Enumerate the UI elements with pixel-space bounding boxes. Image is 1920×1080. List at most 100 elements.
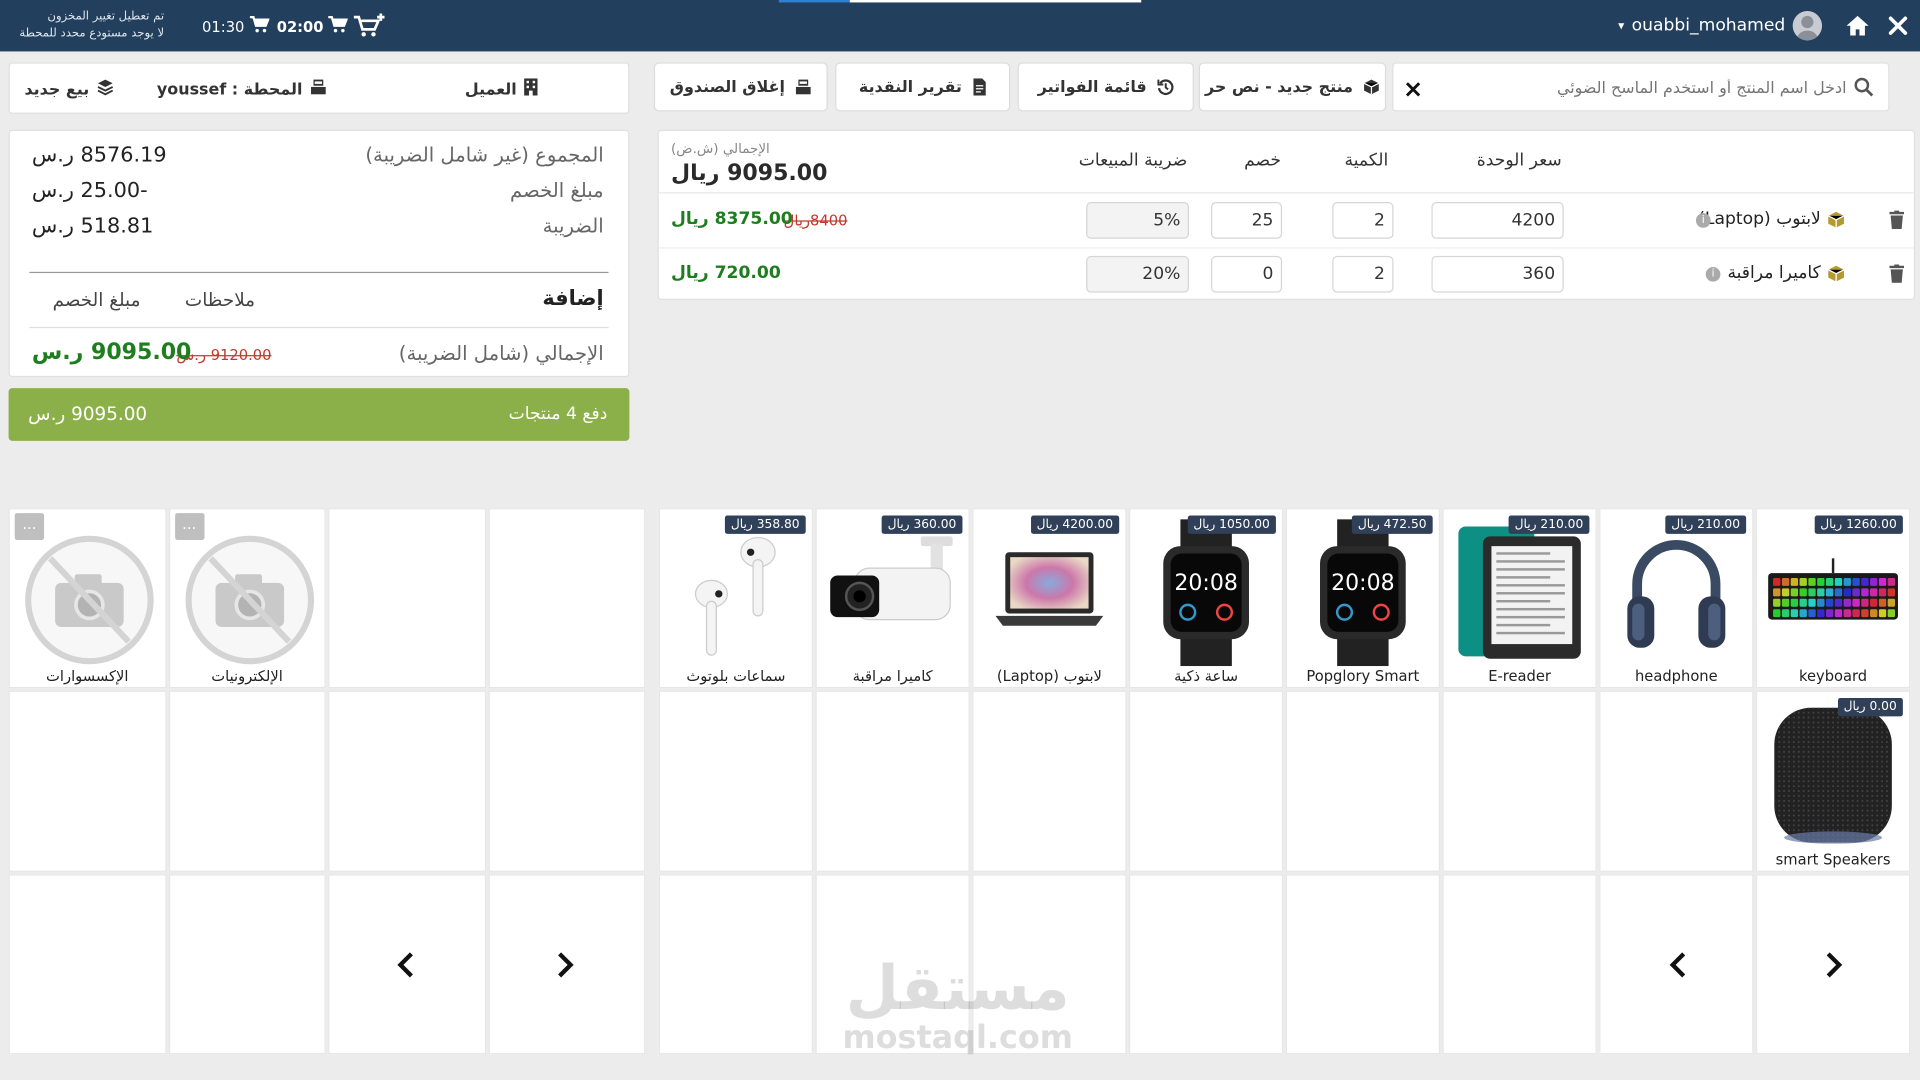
chevron-right-icon xyxy=(555,951,575,983)
tax-value: 518.81 ر.س xyxy=(31,214,154,239)
clear-search-icon[interactable] xyxy=(1405,78,1421,101)
more-options-button[interactable]: ... xyxy=(174,513,204,541)
watermark: مستقل mostaql.com xyxy=(842,955,1072,1055)
customer-selector[interactable]: العميل xyxy=(465,78,538,100)
quantity-input[interactable]: 2 xyxy=(1332,202,1394,239)
info-icon[interactable]: i xyxy=(1695,213,1711,228)
report-icon xyxy=(972,78,987,96)
more-options-button[interactable]: ... xyxy=(14,513,45,541)
discount-input[interactable]: 0 xyxy=(1211,255,1283,293)
smartwatch-image: 20:08 xyxy=(1287,519,1439,667)
price-badge: 472.50 ريال xyxy=(1351,515,1433,534)
prev-page-button[interactable] xyxy=(328,873,486,1055)
trash-icon[interactable] xyxy=(1889,263,1905,287)
product-label: كاميرا مراقبة xyxy=(852,667,933,685)
empty-tile xyxy=(972,690,1127,872)
quantity-input[interactable]: 2 xyxy=(1332,255,1394,293)
home-icon[interactable] xyxy=(1844,13,1871,37)
price-badge: 0.00 ريال xyxy=(1837,698,1903,717)
search-input[interactable] xyxy=(1442,73,1847,103)
product-tile[interactable]: 210.00 ريال E-reader xyxy=(1442,508,1597,689)
price-badge: 358.80 ريال xyxy=(724,515,806,534)
cart-icon xyxy=(249,16,270,37)
product-label: ساعة ذكية xyxy=(1174,667,1239,685)
laptop-image xyxy=(973,519,1125,666)
camera-image xyxy=(817,519,969,666)
product-tile[interactable]: 0.00 ريال smart Speakers xyxy=(1755,690,1911,872)
prev-page-button[interactable] xyxy=(1599,873,1754,1055)
subtotal-value: 8576.19 ر.س xyxy=(31,143,167,168)
product-label: keyboard xyxy=(1798,667,1868,685)
next-page-button[interactable] xyxy=(487,873,646,1055)
tax-label: الضريبة xyxy=(542,214,604,238)
no-image-icon xyxy=(23,534,155,671)
pay-amount: 9095.00 ر.س xyxy=(28,402,148,425)
new-sale-button[interactable]: بيع جديد xyxy=(24,78,113,100)
empty-tile xyxy=(1285,690,1441,872)
no-image-icon xyxy=(183,534,315,671)
product-tile[interactable]: 358.80 ريال سماعات بلوتوث xyxy=(658,508,814,689)
search-bar[interactable] xyxy=(1392,62,1890,112)
chevron-down-icon: ▾ xyxy=(1618,18,1625,33)
empty-tile xyxy=(1128,690,1284,872)
empty-tile xyxy=(1285,873,1441,1055)
new-product-button[interactable]: منتج جديد - نص حر xyxy=(1198,62,1387,112)
add-to-cart-icon[interactable] xyxy=(353,13,385,37)
invoice-list-button[interactable]: قائمة الفواتير xyxy=(1017,62,1194,112)
empty-tile xyxy=(1128,873,1284,1055)
tab-indicator xyxy=(849,0,1142,3)
row-total: 8375.00 ريال xyxy=(671,209,793,229)
header-total-label: الإجمالي (ش.ض) xyxy=(671,140,770,157)
add-extra-button[interactable]: إضافة xyxy=(542,287,603,311)
product-tile[interactable]: 1260.00 ريال keyboard xyxy=(1755,508,1911,689)
header-quantity: الكمية xyxy=(1344,150,1389,171)
grand-total-value: 9095.00 ر.س xyxy=(31,339,192,365)
user-menu[interactable]: ▾ ouabbi_mohamed xyxy=(1618,10,1823,42)
pay-button[interactable]: دفع 4 منتجات 9095.00 ر.س xyxy=(8,388,630,441)
cash-register-icon xyxy=(795,78,812,95)
product-tile[interactable]: 4200.00 ريال لابتوب (Laptop) xyxy=(972,508,1127,689)
empty-tile xyxy=(1442,873,1597,1055)
speaker-image xyxy=(1757,702,1909,849)
timer-02: 02:00 xyxy=(277,16,349,37)
info-icon[interactable]: i xyxy=(1705,266,1721,282)
session-bar: العميل المحطة : youssef بيع جديد xyxy=(8,62,630,114)
category-tile[interactable]: ... الإلكترونيات xyxy=(168,508,326,689)
cube-icon xyxy=(1827,264,1845,287)
ereader-image xyxy=(1444,519,1596,666)
category-tile[interactable]: ... الإكسسوارات xyxy=(8,508,166,689)
discount-amount-button[interactable]: مبلغ الخصم xyxy=(53,289,141,311)
unit-price-input[interactable]: 4200 xyxy=(1431,202,1564,239)
building-icon xyxy=(524,78,538,100)
header-discount: خصم xyxy=(1244,150,1281,171)
empty-tile xyxy=(168,690,326,872)
product-tile[interactable]: 20:08 1050.00 ريال ساعة ذكية xyxy=(1128,508,1284,689)
top-navigation-bar: ▾ ouabbi_mohamed 02:00 01:30 تم تعطيل تغ… xyxy=(0,0,1920,52)
trash-icon[interactable] xyxy=(1889,209,1905,234)
watermark-logo: مستقل xyxy=(845,952,1070,1024)
next-page-button[interactable] xyxy=(1755,873,1911,1055)
header-total-value: 9095.00 ريال xyxy=(671,160,828,187)
discount-input[interactable]: 25 xyxy=(1211,202,1283,239)
watermark-url: mostaql.com xyxy=(842,1020,1073,1057)
table-row: كاميرا مراقبة i 360 2 0 20% 720.00 ريال xyxy=(659,247,1914,301)
price-badge: 1050.00 ريال xyxy=(1187,515,1276,534)
close-icon[interactable] xyxy=(1886,13,1910,37)
product-tile[interactable]: 360.00 ريال كاميرا مراقبة xyxy=(815,508,970,689)
divider xyxy=(29,271,609,274)
product-label: لابتوب (Laptop) xyxy=(996,667,1102,685)
empty-tile xyxy=(487,690,646,872)
cube-icon xyxy=(1363,78,1380,95)
unit-price-input[interactable]: 360 xyxy=(1431,255,1564,293)
product-tile[interactable]: 210.00 ريال headphone xyxy=(1599,508,1754,689)
category-grid: ... الإكسسوارات... الإلكترونيات xyxy=(8,508,648,1057)
search-icon xyxy=(1854,77,1874,101)
close-register-button[interactable]: إغلاق الصندوق xyxy=(653,62,828,112)
cash-report-button[interactable]: تقرير النقدية xyxy=(835,62,1011,112)
cash-register-icon xyxy=(310,78,327,100)
notes-button[interactable]: ملاحظات xyxy=(185,289,255,311)
subtotal-label: المجموع (غير شامل الضريبة) xyxy=(365,143,604,167)
product-label: Popglory Smart xyxy=(1306,667,1420,685)
layers-icon xyxy=(97,78,114,100)
product-tile[interactable]: 20:08 472.50 ريال Popglory Smart xyxy=(1285,508,1441,689)
